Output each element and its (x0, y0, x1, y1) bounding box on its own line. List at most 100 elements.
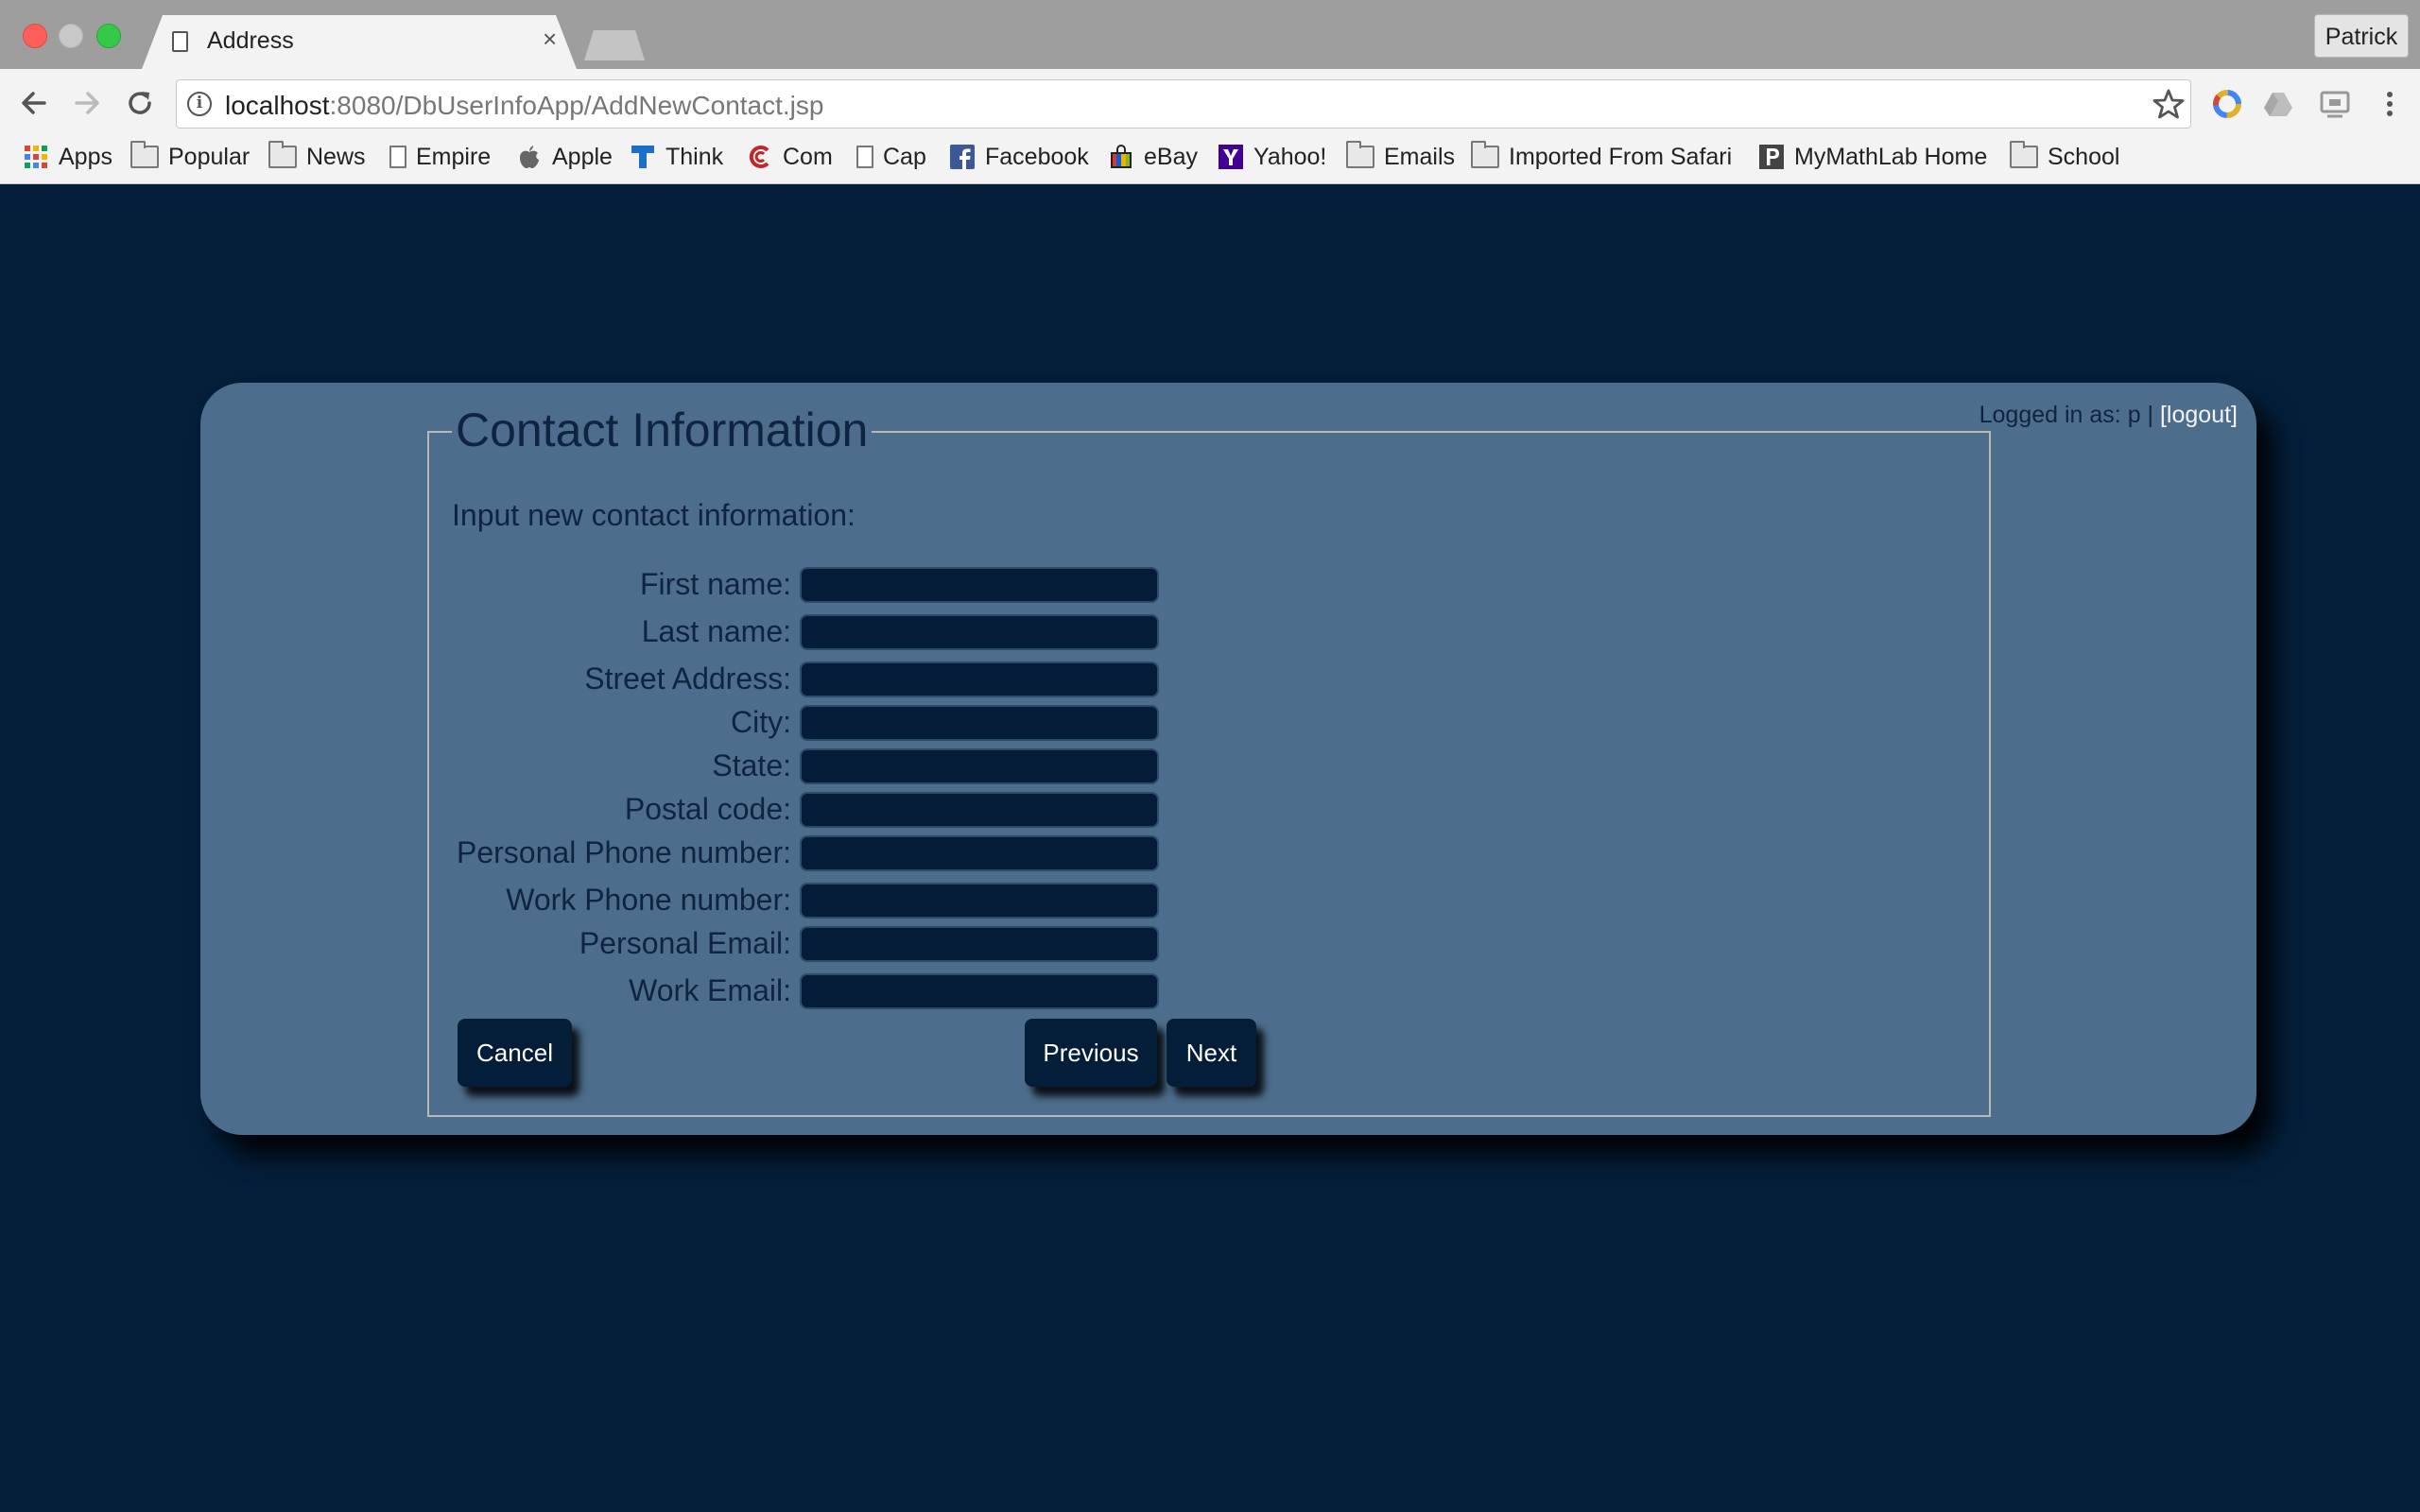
apple-icon (520, 146, 539, 168)
bookmark-label: Apps (59, 143, 112, 170)
field-first-name: First name: (0, 565, 1172, 605)
bookmark-label: News (306, 143, 366, 170)
last-name-input[interactable] (800, 614, 1159, 650)
site-info-icon[interactable]: i (187, 92, 212, 116)
bookmark-popular[interactable]: Popular (130, 138, 250, 176)
arrow-right-icon (75, 92, 99, 114)
back-button[interactable] (15, 84, 53, 122)
field-postal-code: Postal code: (0, 790, 1172, 830)
profile-button[interactable]: Patrick (2314, 14, 2409, 58)
folder-icon (130, 141, 159, 168)
bookmark-star-icon[interactable] (2152, 87, 2186, 121)
folder-icon (268, 141, 297, 168)
form-intro: Input new contact information: (452, 498, 856, 532)
photos-extension-icon[interactable] (2210, 87, 2244, 121)
cancel-button[interactable]: Cancel (458, 1019, 572, 1087)
field-work-phone: Work Phone number: (0, 881, 1172, 920)
personal-phone-label: Personal Phone number: (457, 835, 791, 869)
apps-grid-icon (25, 146, 47, 168)
street-address-label: Street Address: (584, 662, 791, 696)
bookmark-label: Apple (552, 143, 613, 170)
bookmark-think[interactable]: Think (630, 138, 723, 176)
personal-email-input[interactable] (800, 926, 1159, 962)
page-icon (172, 31, 188, 52)
bookmark-label: Imported From Safari (1509, 143, 1733, 170)
field-last-name: Last name: (0, 612, 1172, 652)
postal-code-input[interactable] (800, 792, 1159, 828)
field-personal-email: Personal Email: (0, 924, 1172, 964)
folder-icon (2010, 141, 2038, 168)
think-icon (631, 146, 654, 168)
field-personal-phone: Personal Phone number: (0, 833, 1172, 873)
next-button[interactable]: Next (1167, 1019, 1256, 1087)
city-input[interactable] (800, 705, 1159, 741)
bookmark-label: Emails (1384, 143, 1456, 170)
personal-phone-input[interactable] (800, 835, 1159, 871)
fieldset-legend: Contact Information (452, 400, 873, 460)
forward-button[interactable] (68, 84, 106, 122)
url-path: :8080/DbUserInfoApp/AddNewContact.jsp (329, 91, 824, 120)
login-text: Logged in as: p | (1979, 402, 2160, 428)
work-email-input[interactable] (800, 973, 1159, 1009)
last-name-label: Last name: (641, 614, 791, 648)
folder-icon (1346, 141, 1374, 168)
reload-icon (129, 92, 151, 114)
close-tab-icon[interactable]: × (543, 26, 557, 51)
work-email-label: Work Email: (629, 973, 791, 1007)
bookmark-imported-from-safari[interactable]: Imported From Safari (1471, 138, 1732, 176)
bookmark-apps[interactable]: Apps (23, 138, 112, 176)
state-input[interactable] (800, 748, 1159, 784)
bookmark-label: Empire (416, 143, 492, 170)
more-menu-icon[interactable] (2373, 87, 2407, 121)
arrow-left-icon (22, 92, 46, 114)
bookmark-label: MyMathLab Home (1794, 143, 1988, 170)
bookmark-apple[interactable]: Apple (516, 138, 613, 176)
bookmark-news[interactable]: News (268, 138, 366, 176)
first-name-input[interactable] (800, 567, 1159, 603)
reload-button[interactable] (121, 84, 159, 122)
page-icon (389, 146, 406, 168)
street-address-input[interactable] (800, 662, 1159, 697)
bookmarks-bar: Apps Popular News Empire Apple Think Com… (0, 138, 2420, 176)
new-tab-button[interactable] (584, 30, 645, 60)
bookmark-school[interactable]: School (2010, 138, 2119, 176)
bookmark-ebay[interactable]: eBay (1108, 138, 1198, 176)
bookmark-cap[interactable]: Cap (856, 138, 926, 176)
bookmark-label: Facebook (985, 143, 1089, 170)
field-work-email: Work Email: (0, 971, 1172, 1011)
bookmark-empire[interactable]: Empire (389, 138, 491, 176)
close-window-button[interactable] (23, 24, 47, 48)
bookmark-com[interactable]: Com (747, 138, 833, 176)
bookmark-facebook[interactable]: Facebook (949, 138, 1089, 176)
minimize-window-button[interactable] (59, 24, 83, 48)
first-name-label: First name: (639, 567, 791, 601)
mymathlab-icon (1759, 145, 1784, 169)
field-city: City: (0, 703, 1172, 743)
work-phone-input[interactable] (800, 883, 1159, 919)
field-street-address: Street Address: (0, 660, 1172, 699)
bookmark-label: Cap (883, 143, 926, 170)
bookmark-label: Popular (168, 143, 251, 170)
bookmark-mymathlab-home[interactable]: MyMathLab Home (1758, 138, 1987, 176)
city-label: City: (731, 705, 791, 739)
folder-icon (1471, 141, 1499, 168)
bookmark-label: Yahoo! (1253, 143, 1327, 170)
page-icon (856, 146, 873, 168)
com-icon (749, 146, 769, 168)
state-label: State: (712, 748, 791, 782)
tab-title: Address (207, 27, 294, 54)
work-phone-label: Work Phone number: (506, 883, 791, 917)
bookmark-yahoo[interactable]: Yahoo! (1218, 138, 1326, 176)
url-text[interactable]: localhost:8080/DbUserInfoApp/AddNewConta… (225, 91, 823, 121)
personal-email-label: Personal Email: (579, 926, 791, 960)
bookmark-emails[interactable]: Emails (1346, 138, 1455, 176)
logout-link[interactable]: [logout] (2160, 402, 2238, 428)
maximize-window-button[interactable] (96, 24, 121, 48)
cast-extension-icon[interactable] (2318, 87, 2352, 121)
login-status: Logged in as: p | [logout] (1979, 402, 2238, 429)
bookmark-label: Com (783, 143, 833, 170)
bookmark-label: School (2048, 143, 2120, 170)
drive-extension-icon[interactable] (2261, 87, 2295, 121)
facebook-icon (950, 145, 975, 169)
previous-button[interactable]: Previous (1025, 1019, 1157, 1087)
